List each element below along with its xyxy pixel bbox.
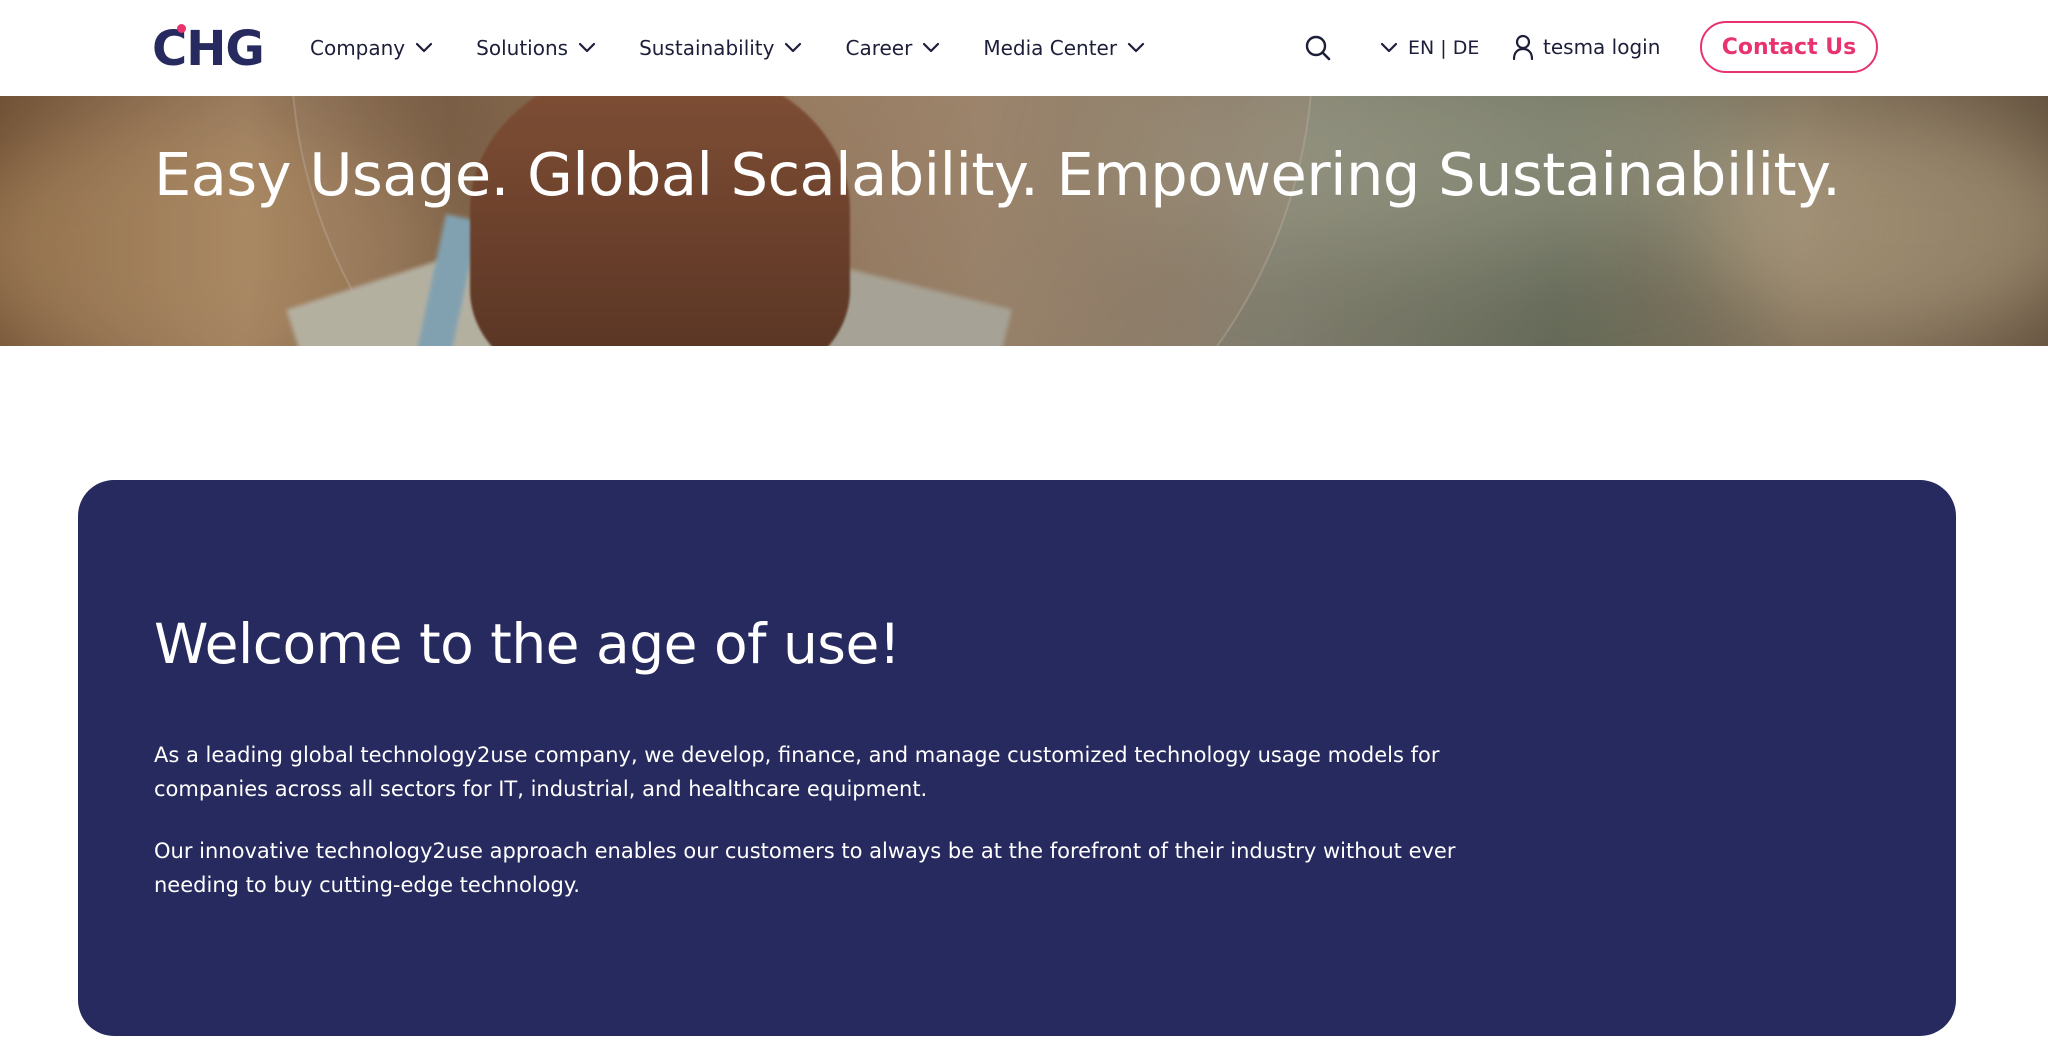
main-nav: Company Solutions Sustainability Career …: [310, 28, 1188, 68]
intro-paragraph: Our innovative technology2use approach e…: [154, 839, 1456, 897]
intro-card: Welcome to the age of use! As a leading …: [78, 480, 1956, 1036]
nav-career[interactable]: Career: [845, 36, 940, 60]
user-icon: [1512, 34, 1534, 60]
nav-solutions[interactable]: Solutions: [476, 36, 596, 60]
chevron-down-icon: [1127, 42, 1145, 53]
nav-company[interactable]: Company: [310, 36, 433, 60]
intro-heading: Welcome to the age of use!: [154, 612, 901, 676]
site-header: CHG Company Solutions Sustainability Car…: [0, 0, 2048, 96]
hero-banner: Easy Usage. Global Scalability. Empoweri…: [0, 96, 2048, 346]
logo-text: CHG: [152, 21, 265, 77]
language-switcher[interactable]: EN | DE: [1380, 34, 1479, 62]
chg-logo[interactable]: CHG: [152, 21, 265, 77]
chevron-down-icon: [578, 42, 596, 53]
hero-shade: [0, 96, 2048, 346]
chevron-down-icon: [416, 42, 433, 53]
logo-dot: [177, 24, 186, 33]
nav-company-label: Company: [310, 36, 406, 60]
login-label: tesma login: [1543, 35, 1661, 59]
chevron-down-icon: [1380, 42, 1398, 53]
tesma-login-link[interactable]: tesma login: [1512, 32, 1660, 62]
nav-sustainability[interactable]: Sustainability: [639, 36, 802, 60]
chevron-down-icon: [785, 42, 802, 53]
nav-career-label: Career: [845, 36, 913, 60]
search-icon[interactable]: [1304, 34, 1332, 62]
hero-title: Easy Usage. Global Scalability. Empoweri…: [154, 140, 1841, 209]
logo-mark: CHG: [152, 21, 265, 77]
language-label: EN | DE: [1408, 37, 1480, 59]
nav-sustainability-label: Sustainability: [639, 36, 775, 60]
nav-media-center-label: Media Center: [983, 36, 1118, 60]
contact-us-button[interactable]: Contact Us: [1700, 21, 1878, 73]
contact-us-label: Contact Us: [1721, 34, 1857, 60]
chevron-down-icon: [923, 42, 940, 53]
intro-paragraph: As a leading global technology2use compa…: [154, 743, 1440, 801]
nav-solutions-label: Solutions: [476, 36, 569, 60]
nav-media-center[interactable]: Media Center: [983, 36, 1145, 60]
